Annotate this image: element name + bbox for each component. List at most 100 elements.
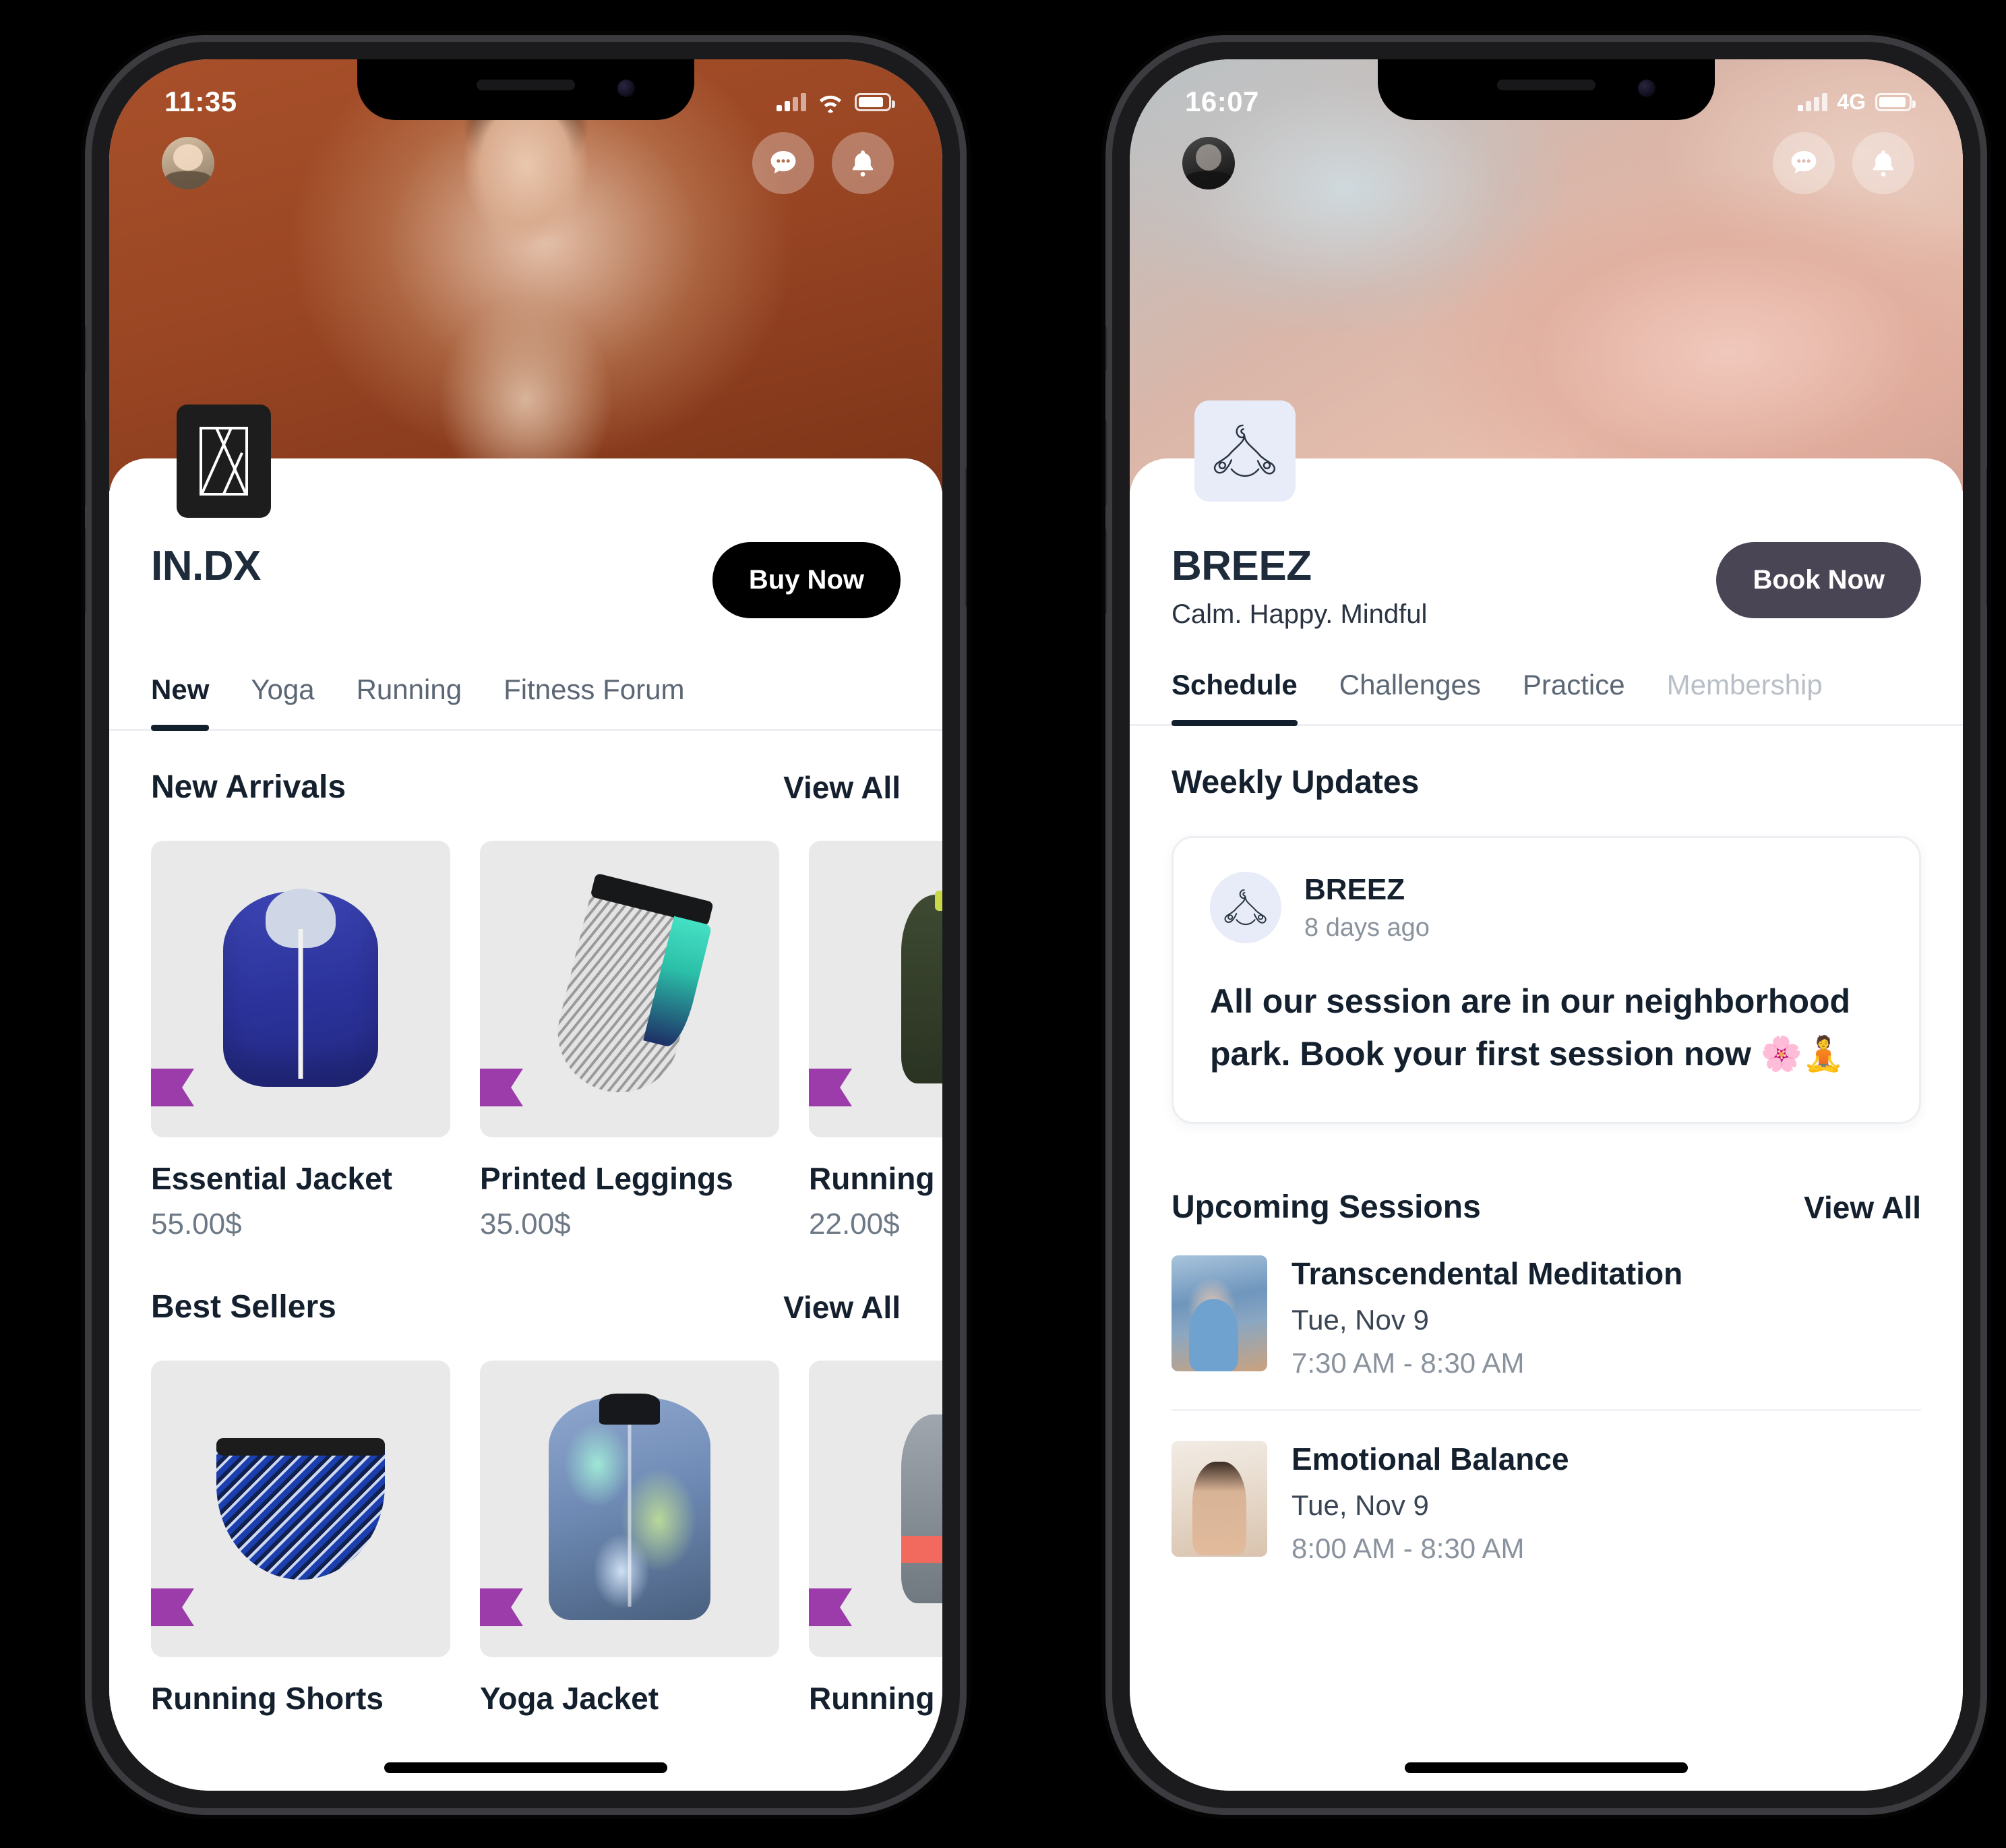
phone-right-breez: 16:07 4G BREEZ Calm. Happy. Mindful Book…: [1105, 35, 1987, 1815]
chat-bubble-icon[interactable]: [1773, 132, 1835, 194]
screen-breez: 16:07 4G BREEZ Calm. Happy. Mindful Book…: [1130, 59, 1963, 1791]
sale-ribbon-icon: [480, 1069, 523, 1106]
session-title: Emotional Balance: [1291, 1441, 1569, 1477]
status-time: 11:35: [164, 86, 237, 117]
product-row-best-sellers[interactable]: Running Shorts Yoga Jacket Running: [109, 1325, 942, 1717]
sale-ribbon-icon: [151, 1588, 194, 1626]
session-title: Transcendental Meditation: [1291, 1256, 1683, 1291]
tab-new[interactable]: New: [151, 661, 210, 731]
battery-icon: [1875, 92, 1916, 111]
update-body-text: All our session are in our neighborhood …: [1210, 982, 1851, 1073]
product-image: [151, 841, 450, 1137]
avatar[interactable]: [1182, 137, 1235, 189]
tab-challenges[interactable]: Challenges: [1339, 657, 1481, 724]
product-price: 35.00$: [480, 1208, 571, 1241]
product-name: Yoga Jacket: [480, 1681, 659, 1716]
session-date: Tue, Nov 9: [1291, 1304, 1429, 1336]
signal-bars-icon: [777, 92, 806, 111]
volume-up-button[interactable]: [85, 419, 86, 507]
weekly-update-card[interactable]: BREEZ 8 days ago All our session are in …: [1172, 836, 1921, 1124]
content-sheet-right: BREEZ Calm. Happy. Mindful Book Now Sche…: [1130, 458, 1963, 1791]
network-type-label: 4G: [1837, 89, 1866, 114]
product-name: Running Top: [809, 1161, 942, 1196]
product-card[interactable]: Essential Jacket 55.00$: [151, 841, 450, 1241]
screen-indx: 11:35 IN.DX Buy Now New Yoga Running Fit…: [109, 59, 942, 1791]
section-title: Weekly Updates: [1172, 765, 1420, 800]
product-name: Running Tee: [809, 1681, 942, 1716]
mute-switch[interactable]: [1105, 325, 1107, 372]
status-bar-left: 11:35: [109, 59, 942, 127]
section-title: Upcoming Sessions: [1172, 1189, 1481, 1225]
home-indicator[interactable]: [1405, 1762, 1688, 1773]
mute-switch[interactable]: [85, 325, 86, 372]
tab-running[interactable]: Running: [357, 661, 462, 729]
list-item[interactable]: Transcendental Meditation Tue, Nov 9 7:3…: [1172, 1226, 1921, 1411]
yoga-jacket-art-icon: [549, 1398, 710, 1620]
tab-membership[interactable]: Membership: [1667, 657, 1823, 724]
product-name: Essential Jacket: [151, 1161, 393, 1196]
product-row-new-arrivals[interactable]: Essential Jacket 55.00$ Printed Leggings…: [109, 806, 942, 1241]
volume-down-button[interactable]: [1105, 527, 1107, 615]
home-indicator[interactable]: [384, 1762, 667, 1773]
session-date: Tue, Nov 9: [1291, 1489, 1429, 1521]
tab-bar-right: Schedule Challenges Practice Membership: [1130, 657, 1963, 726]
brand-tagline: Calm. Happy. Mindful: [1172, 599, 1428, 629]
status-bar-right: 16:07 4G: [1130, 59, 1963, 127]
battery-icon: [855, 92, 895, 111]
screenshot-stage: 11:35 IN.DX Buy Now New Yoga Running Fit…: [0, 0, 2006, 1848]
buy-now-button[interactable]: Buy Now: [712, 542, 901, 618]
session-thumbnail: [1172, 1255, 1267, 1371]
sessions-list: Transcendental Meditation Tue, Nov 9 7:3…: [1130, 1226, 1963, 1594]
view-all-link-new-arrivals[interactable]: View All: [783, 769, 901, 806]
hero-top-bar-right: [1130, 132, 1963, 194]
view-all-link-best-sellers[interactable]: View All: [783, 1289, 901, 1325]
tab-fitness-forum[interactable]: Fitness Forum: [504, 661, 684, 729]
chat-bubble-icon[interactable]: [752, 132, 814, 194]
indx-logo-icon: [177, 405, 271, 518]
update-timestamp: 8 days ago: [1304, 913, 1430, 942]
product-image: [151, 1361, 450, 1657]
yoga-meditation-logo-icon: [1210, 872, 1281, 943]
phone-left-indx: 11:35 IN.DX Buy Now New Yoga Running Fit…: [85, 35, 967, 1815]
section-title: New Arrivals: [151, 769, 346, 805]
update-author-row: BREEZ 8 days ago: [1210, 872, 1883, 943]
book-now-button[interactable]: Book Now: [1716, 542, 1921, 618]
session-hours: 8:00 AM - 8:30 AM: [1291, 1532, 1525, 1564]
bell-icon[interactable]: [832, 132, 894, 194]
running-tee-art-icon: [901, 1414, 942, 1603]
section-title: Best Sellers: [151, 1289, 336, 1325]
tab-schedule[interactable]: Schedule: [1172, 657, 1298, 726]
volume-down-button[interactable]: [85, 527, 86, 615]
product-card[interactable]: Yoga Jacket: [480, 1361, 779, 1717]
tab-practice[interactable]: Practice: [1523, 657, 1625, 724]
shorts-art-icon: [216, 1438, 385, 1580]
leggings-art-icon: [545, 872, 714, 1106]
session-thumbnail: [1172, 1441, 1267, 1557]
avatar[interactable]: [162, 137, 214, 189]
yoga-meditation-logo-icon: [1194, 400, 1296, 502]
volume-up-button[interactable]: [1105, 419, 1107, 507]
sale-ribbon-icon: [809, 1069, 852, 1106]
content-sheet-left: IN.DX Buy Now New Yoga Running Fitness F…: [109, 458, 942, 1791]
power-button[interactable]: [965, 467, 967, 608]
list-item[interactable]: Emotional Balance Tue, Nov 9 8:00 AM - 8…: [1172, 1411, 1921, 1594]
page-title: BREEZ: [1172, 543, 1312, 589]
product-name: Running Shorts: [151, 1681, 384, 1716]
view-all-link-sessions[interactable]: View All: [1804, 1189, 1921, 1226]
section-header-weekly-updates: Weekly Updates: [1130, 726, 1963, 801]
product-card[interactable]: Running Tee: [809, 1361, 942, 1717]
section-header-best-sellers: Best Sellers View All: [109, 1241, 942, 1325]
signal-bars-icon: [1798, 92, 1828, 111]
product-card[interactable]: Running Top 22.00$: [809, 841, 942, 1241]
page-title: IN.DX: [151, 543, 261, 589]
status-time: 16:07: [1185, 86, 1259, 117]
product-card[interactable]: Running Shorts: [151, 1361, 450, 1717]
product-image: [809, 841, 942, 1137]
power-button[interactable]: [1986, 467, 1987, 608]
section-header-new-arrivals: New Arrivals View All: [109, 731, 942, 806]
bell-icon[interactable]: [1852, 132, 1914, 194]
sale-ribbon-icon: [480, 1588, 523, 1626]
tab-yoga[interactable]: Yoga: [251, 661, 314, 729]
product-card[interactable]: Printed Leggings 35.00$: [480, 841, 779, 1241]
product-image: [480, 841, 779, 1137]
